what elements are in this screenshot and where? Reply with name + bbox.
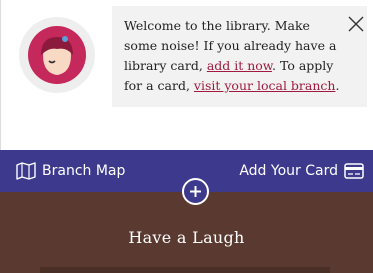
add-card-link[interactable]: add it now	[207, 58, 272, 73]
close-button[interactable]	[346, 14, 366, 34]
welcome-line-1: Welcome to the library. Make	[124, 18, 310, 33]
branch-map-label: Branch Map	[42, 163, 126, 179]
welcome-line-2: some noise! If you already have a	[124, 38, 337, 53]
map-icon	[16, 162, 36, 180]
add-button[interactable]	[182, 178, 209, 205]
welcome-message: Welcome to the library. Make some noise!…	[112, 6, 367, 107]
plus-icon	[190, 186, 201, 197]
local-branch-link[interactable]: visit your local branch	[194, 78, 336, 93]
avatar	[19, 17, 95, 93]
card-icon	[344, 163, 364, 179]
content-section: Have a Laugh	[0, 192, 373, 273]
welcome-area: Welcome to the library. Make some noise!…	[0, 0, 373, 150]
welcome-line-4-suffix: .	[335, 78, 340, 93]
libby-avatar-icon	[28, 26, 86, 84]
welcome-line-3-suffix: . To apply	[272, 58, 334, 73]
welcome-line-4: for a card, visit your local branch.	[124, 76, 355, 96]
branch-map-button[interactable]: Branch Map	[16, 161, 125, 181]
close-icon	[348, 16, 364, 32]
welcome-line-3: library card, add it now. To apply	[124, 56, 355, 76]
carousel-strip	[40, 267, 330, 273]
add-your-card-button[interactable]: Add Your Card	[239, 161, 364, 181]
welcome-line-3-prefix: library card,	[124, 58, 207, 73]
section-title: Have a Laugh	[128, 228, 245, 247]
add-card-label: Add Your Card	[239, 163, 338, 179]
welcome-line-4-prefix: for a card,	[124, 78, 194, 93]
